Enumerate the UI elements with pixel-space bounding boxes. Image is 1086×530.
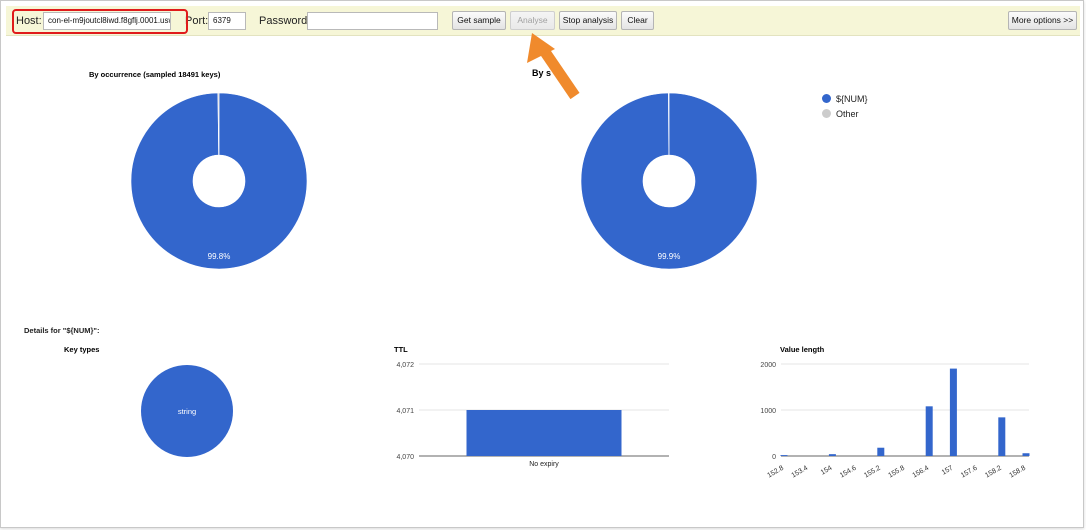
- y-tick-label: 4,071: [396, 408, 414, 415]
- pie-chart-key-types: string: [141, 365, 233, 457]
- x-tick-label: 155.2: [863, 465, 882, 480]
- x-tick-label: 157: [941, 465, 955, 477]
- x-tick-label: 155.8: [887, 465, 906, 480]
- x-tick-label: 158.2: [984, 465, 1003, 480]
- x-tick-label: 157.6: [960, 465, 979, 480]
- x-tick-label: 153.4: [791, 465, 810, 480]
- bar: [780, 455, 788, 456]
- y-tick-label: 2000: [760, 362, 776, 369]
- charts-canvas: 99.8% 99.9% string 4,070 4,071 4,072 No exp…: [130, 33, 1030, 480]
- x-tick-label: 152.8: [766, 465, 785, 480]
- pie-chart-size: 99.9%: [580, 92, 758, 270]
- bar: [1022, 453, 1030, 456]
- bar: [877, 447, 885, 456]
- annotation-arrow: [527, 33, 580, 100]
- x-tick-label: 154.6: [839, 465, 858, 480]
- pie-hole: [193, 155, 245, 207]
- y-tick-label: 4,072: [396, 362, 414, 369]
- bar-chart-value-length: 0 1000 2000 152.8 153.4 154 154.6 155.2 155.8 156…: [760, 362, 1030, 480]
- x-tick-label: 158.8: [1008, 465, 1027, 480]
- y-tick-label: 1000: [760, 408, 776, 415]
- y-tick-label: 4,070: [396, 454, 414, 461]
- x-tick-label: 156.4: [912, 465, 931, 480]
- pie-slice-label: string: [178, 407, 196, 416]
- bar: [466, 410, 622, 456]
- pie-slice: [668, 92, 670, 156]
- arrow-shaft: [540, 48, 580, 100]
- bar: [998, 417, 1006, 456]
- pie-hole: [643, 155, 695, 207]
- bar: [925, 406, 933, 456]
- bar: [949, 368, 957, 456]
- x-tick-label: No expiry: [529, 461, 559, 468]
- pie-slice-label: 99.8%: [208, 252, 231, 261]
- y-tick-label: 0: [772, 454, 776, 461]
- pie-slice-label: 99.9%: [658, 252, 681, 261]
- bar-chart-ttl: 4,070 4,071 4,072 No expiry: [396, 362, 669, 468]
- bar: [828, 454, 836, 456]
- x-tick-label: 154: [820, 465, 834, 477]
- pie-chart-occurrence: 99.8%: [130, 92, 308, 270]
